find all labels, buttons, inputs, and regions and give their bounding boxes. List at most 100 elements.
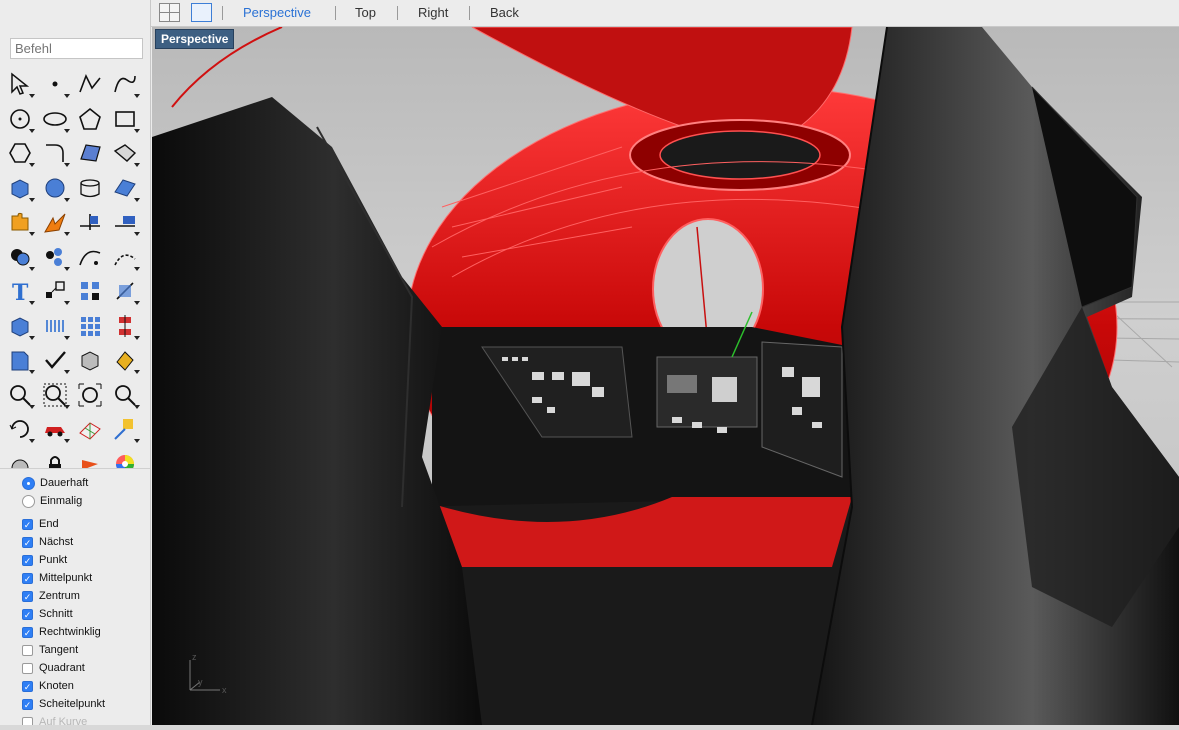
- tab-perspective[interactable]: Perspective: [243, 5, 311, 20]
- box-icon[interactable]: [4, 172, 36, 204]
- tab-back[interactable]: Back: [490, 5, 519, 20]
- extend-icon[interactable]: [109, 241, 141, 273]
- curve-edit-icon[interactable]: [74, 241, 106, 273]
- rotate-view-icon[interactable]: [4, 413, 36, 445]
- osnap-option-label: Schnitt: [39, 608, 73, 620]
- flyout-triangle-icon: [64, 439, 70, 443]
- car-icon[interactable]: [39, 413, 71, 445]
- flyout-triangle-icon: [29, 439, 35, 443]
- perspective-viewport[interactable]: Perspective z y x: [152, 27, 1179, 725]
- flyout-triangle-icon: [134, 163, 140, 167]
- flyout-triangle-icon: [64, 370, 70, 374]
- distribute-icon[interactable]: [39, 310, 71, 342]
- osnap-option[interactable]: ✓ Knoten: [22, 677, 74, 695]
- select-arrow-icon[interactable]: [4, 68, 36, 100]
- checkbox-checked-icon[interactable]: ✓: [22, 608, 33, 620]
- hexagon-icon[interactable]: [4, 137, 36, 169]
- ellipse-icon[interactable]: [39, 103, 71, 135]
- command-input[interactable]: [10, 38, 143, 59]
- zoom-window-icon[interactable]: [39, 379, 71, 411]
- layer-icon[interactable]: [4, 344, 36, 376]
- radio-icon[interactable]: [22, 476, 35, 490]
- trim-icon[interactable]: [74, 206, 106, 238]
- text-icon[interactable]: T: [4, 275, 36, 307]
- tab-divider: [469, 6, 470, 20]
- viewport-label[interactable]: Perspective: [155, 29, 235, 49]
- boolean-icon[interactable]: [4, 241, 36, 273]
- flyout-triangle-icon: [134, 370, 140, 374]
- osnap-option[interactable]: Tangent: [22, 641, 78, 659]
- tab-top[interactable]: Top: [355, 5, 376, 20]
- zoom-icon[interactable]: [4, 379, 36, 411]
- checkbox-icon[interactable]: [22, 662, 33, 674]
- grid-snap-icon[interactable]: [74, 413, 106, 445]
- checkbox-checked-icon[interactable]: ✓: [22, 698, 33, 710]
- osnap-option[interactable]: ✓ Punkt: [22, 551, 67, 569]
- check-icon[interactable]: [39, 344, 71, 376]
- color-wheel-icon[interactable]: [109, 448, 141, 468]
- lock-icon[interactable]: [39, 448, 71, 468]
- shade-icon[interactable]: [74, 344, 106, 376]
- osnap-mode-once[interactable]: Einmalig: [22, 492, 82, 510]
- point-icon[interactable]: [39, 68, 71, 100]
- tab-right[interactable]: Right: [418, 5, 448, 20]
- osnap-option[interactable]: ✓ End: [22, 515, 59, 533]
- patch-icon[interactable]: [109, 137, 141, 169]
- checkbox-checked-icon[interactable]: ✓: [22, 554, 33, 566]
- zoom-selected-icon[interactable]: [109, 379, 141, 411]
- split-icon[interactable]: [109, 206, 141, 238]
- checkbox-checked-icon[interactable]: ✓: [22, 590, 33, 602]
- align-icon[interactable]: [109, 310, 141, 342]
- osnap-mode-permanent[interactable]: Dauerhaft: [22, 474, 88, 492]
- four-viewport-layout-icon[interactable]: [159, 3, 180, 22]
- scale-icon[interactable]: [39, 275, 71, 307]
- group-icon[interactable]: [39, 241, 71, 273]
- flyout-triangle-icon: [134, 128, 140, 133]
- osnap-option[interactable]: ✓ Scheitelpunkt: [22, 695, 105, 713]
- polyline-icon[interactable]: [74, 68, 106, 100]
- flyout-triangle-icon: [64, 266, 70, 271]
- grid-array-icon[interactable]: [74, 310, 106, 342]
- fillet-icon[interactable]: [39, 137, 71, 169]
- array-icon[interactable]: [74, 275, 106, 307]
- checkbox-icon[interactable]: [22, 644, 33, 656]
- osnap-option[interactable]: Auf Kurve: [22, 713, 87, 725]
- osnap-option[interactable]: ✓ Zentrum: [22, 587, 80, 605]
- tab-divider: [335, 6, 336, 20]
- single-viewport-layout-icon[interactable]: [191, 3, 212, 22]
- checkbox-checked-icon[interactable]: ✓: [22, 572, 33, 584]
- osnap-option-label: Scheitelpunkt: [39, 698, 106, 710]
- paint-icon[interactable]: [109, 344, 141, 376]
- gumball-icon[interactable]: [109, 275, 141, 307]
- cylinder-icon[interactable]: [74, 172, 106, 204]
- circle-icon[interactable]: [4, 103, 36, 135]
- checkbox-checked-icon[interactable]: ✓: [22, 536, 33, 548]
- polygon-icon[interactable]: [74, 103, 106, 135]
- puzzle-piece-icon[interactable]: [4, 206, 36, 238]
- checkbox-checked-icon[interactable]: ✓: [22, 518, 33, 530]
- rectangle-icon[interactable]: [109, 103, 141, 135]
- solid-edit-icon[interactable]: [4, 310, 36, 342]
- zoom-extents-icon[interactable]: [74, 379, 106, 411]
- curve-icon[interactable]: [109, 68, 141, 100]
- osnap-option[interactable]: ✓ Rechtwinklig: [22, 623, 101, 641]
- dimension-icon[interactable]: [109, 413, 141, 445]
- osnap-option[interactable]: Quadrant: [22, 659, 85, 677]
- render-icon[interactable]: [74, 448, 106, 468]
- checkbox-checked-icon[interactable]: ✓: [22, 626, 33, 638]
- osnap-option-label: Mittelpunkt: [39, 572, 93, 584]
- explode-icon[interactable]: [39, 206, 71, 238]
- osnap-option[interactable]: ✓ Schnitt: [22, 605, 73, 623]
- checkbox-checked-icon[interactable]: ✓: [22, 680, 33, 692]
- flyout-triangle-icon: [29, 301, 35, 305]
- osnap-option[interactable]: ✓ Mittelpunkt: [22, 569, 92, 587]
- radio-icon[interactable]: [22, 494, 35, 508]
- flyout-triangle-icon: [134, 94, 140, 98]
- surface-icon[interactable]: [74, 137, 106, 169]
- osnap-option[interactable]: ✓ Nächst: [22, 533, 73, 551]
- mesh-icon[interactable]: [109, 172, 141, 204]
- osnap-option-label: Knoten: [39, 680, 74, 692]
- sphere-small-icon[interactable]: [4, 448, 36, 468]
- checkbox-icon[interactable]: [22, 716, 33, 725]
- sphere-icon[interactable]: [39, 172, 71, 204]
